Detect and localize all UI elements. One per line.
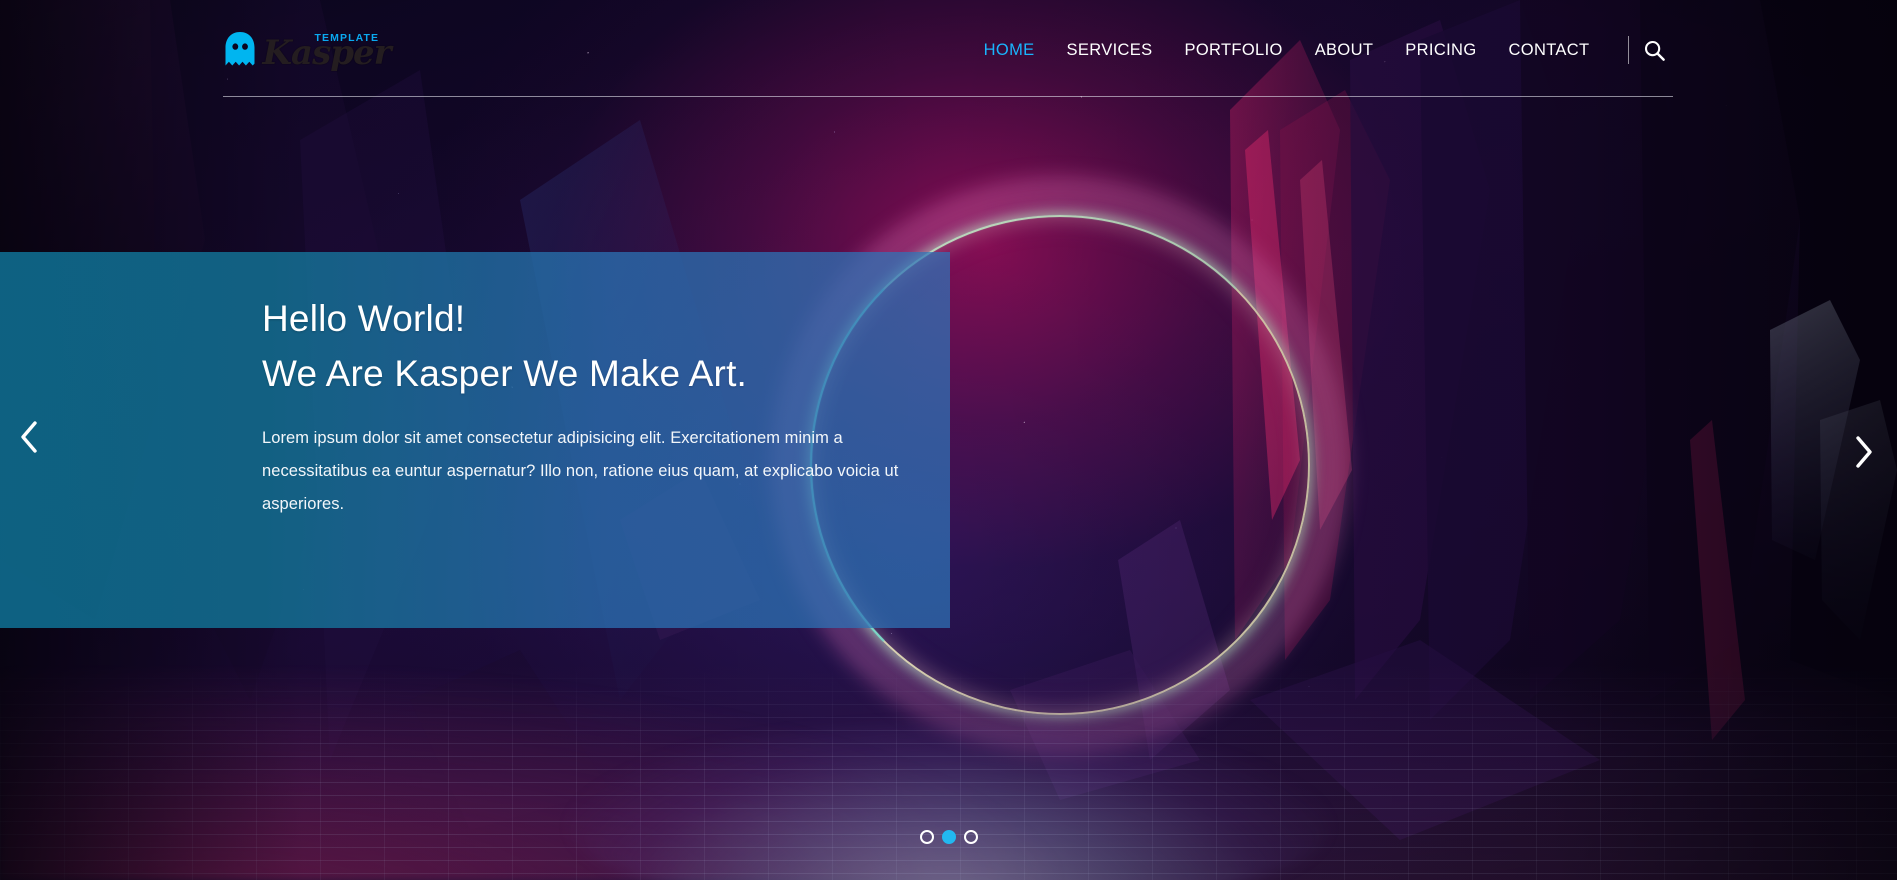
slider-dot-3[interactable] bbox=[963, 830, 978, 844]
nav-divider bbox=[1627, 36, 1629, 64]
search-icon bbox=[1644, 40, 1665, 61]
search-button[interactable] bbox=[1635, 36, 1675, 64]
slider-dot-1[interactable] bbox=[919, 830, 934, 844]
chevron-right-icon bbox=[1856, 436, 1872, 468]
hero-slide-panel: Hello World! We Are Kasper We Make Art. … bbox=[0, 252, 950, 628]
slider-dot-2[interactable] bbox=[941, 830, 956, 844]
hero-heading-line-1: Hello World! bbox=[262, 298, 466, 339]
site-logo[interactable]: Kasper TEMPLATE bbox=[223, 22, 392, 78]
site-header: Kasper TEMPLATE HOME SERVICES PORTFOLIO … bbox=[0, 0, 1897, 118]
slider-prev-button[interactable] bbox=[6, 410, 52, 464]
slider-next-button[interactable] bbox=[1841, 425, 1887, 479]
floor-grid-lines bbox=[0, 665, 1897, 880]
nav-item-services[interactable]: SERVICES bbox=[1051, 37, 1169, 63]
hero-heading-line-2: We Are Kasper We Make Art. bbox=[262, 352, 748, 394]
nav-item-home[interactable]: HOME bbox=[968, 37, 1051, 63]
hero-paragraph: Lorem ipsum dolor sit amet consectetur a… bbox=[262, 429, 899, 514]
nav-item-about[interactable]: ABOUT bbox=[1299, 37, 1390, 63]
slider-dots bbox=[919, 830, 978, 844]
grid-floor bbox=[0, 665, 1897, 880]
nav-item-portfolio[interactable]: PORTFOLIO bbox=[1169, 37, 1299, 63]
main-navigation: HOME SERVICES PORTFOLIO ABOUT PRICING CO… bbox=[968, 36, 1675, 64]
nav-item-contact[interactable]: CONTACT bbox=[1493, 37, 1606, 63]
hero-stage: Kasper TEMPLATE HOME SERVICES PORTFOLIO … bbox=[0, 0, 1897, 880]
nav-item-pricing[interactable]: PRICING bbox=[1389, 37, 1492, 63]
ghost-icon bbox=[225, 32, 254, 66]
chevron-left-icon bbox=[21, 421, 37, 453]
header-divider-rule bbox=[222, 96, 1673, 97]
logo-template-word: TEMPLATE bbox=[314, 32, 380, 44]
